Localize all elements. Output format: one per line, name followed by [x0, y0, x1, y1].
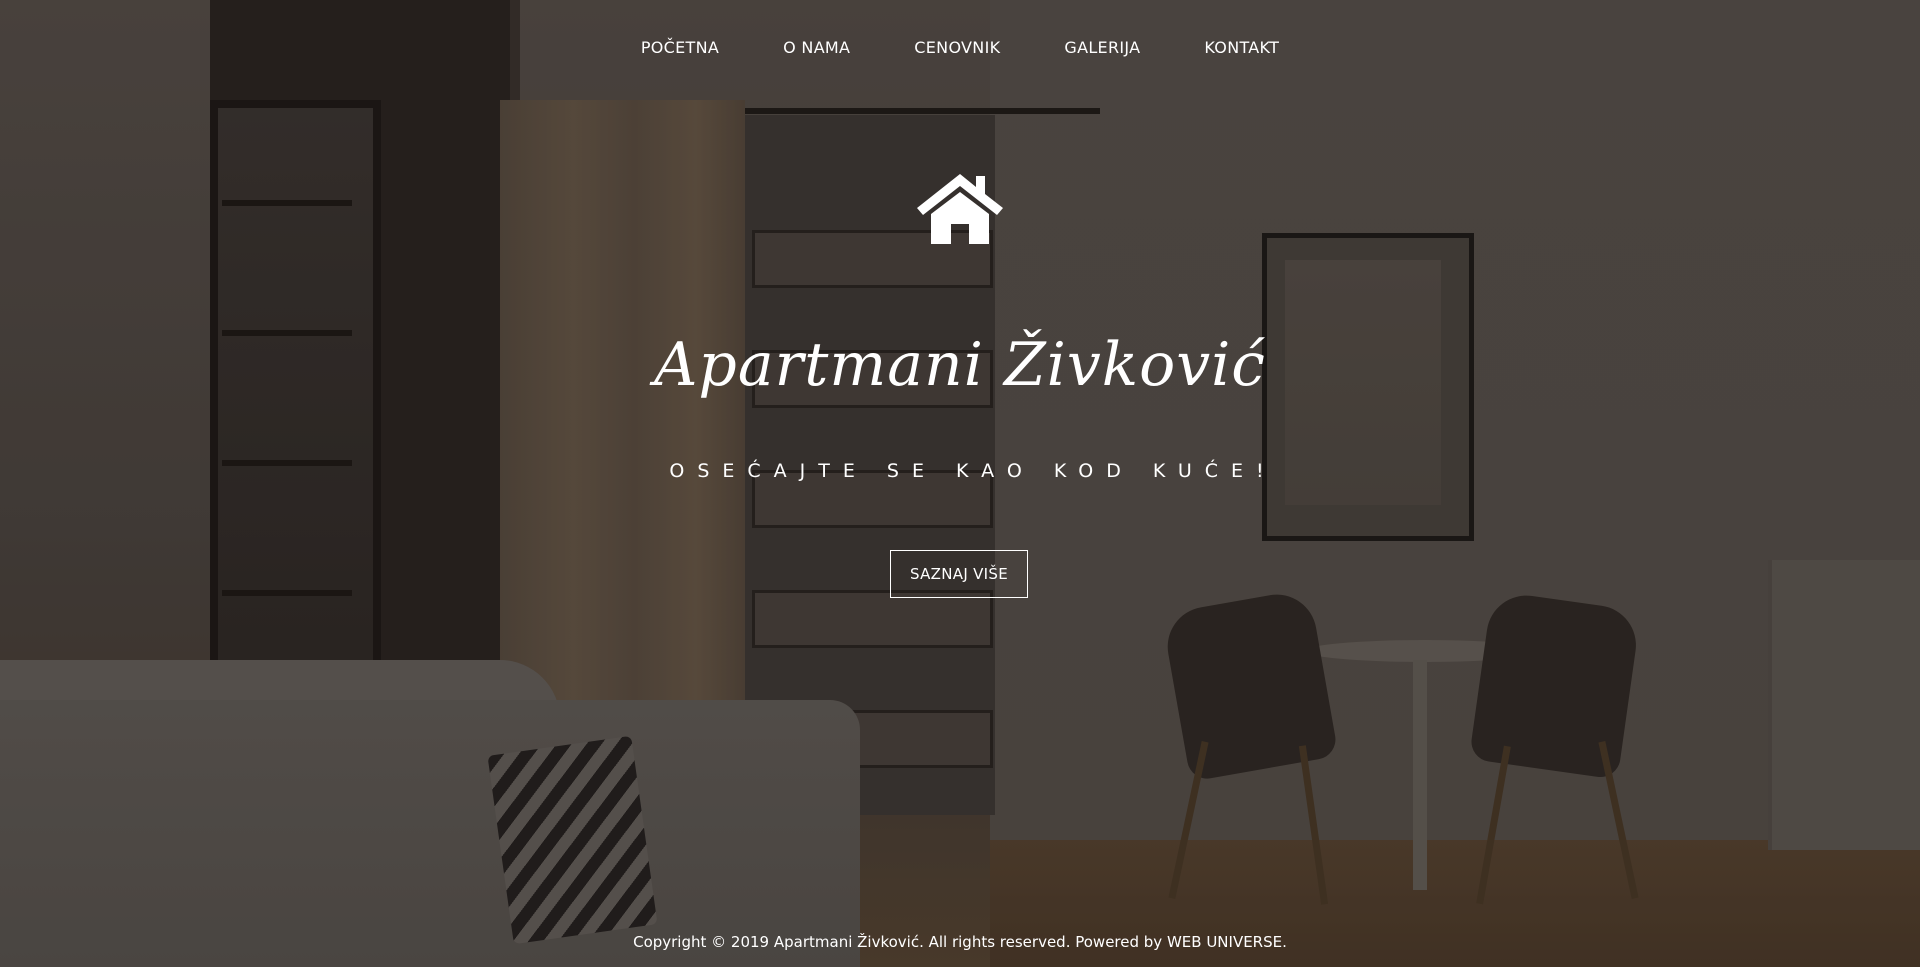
footer-copyright: Copyright © 2019 Apartmani Živković. All… [633, 933, 1167, 951]
nav-item-cenovnik[interactable]: CENOVNIK [914, 38, 1000, 57]
nav-item-kontakt[interactable]: KONTAKT [1204, 38, 1279, 57]
home-icon [917, 174, 1003, 244]
nav-item-o-nama[interactable]: O NAMA [783, 38, 850, 57]
hero-title: Apartmani Živković [654, 330, 1266, 400]
nav-item-galerija[interactable]: GALERIJA [1064, 38, 1140, 57]
learn-more-button[interactable]: SAZNAJ VIŠE [890, 550, 1028, 598]
hero-subtitle: OSEĆAJTE SE KAO KOD KUĆE! [669, 460, 1277, 482]
nav-item-pocetna[interactable]: POČETNA [641, 38, 719, 57]
footer-period: . [1282, 933, 1287, 951]
page: POČETNA O NAMA CENOVNIK GALERIJA KONTAKT… [0, 0, 1920, 967]
dark-overlay [0, 0, 1920, 967]
main-nav: POČETNA O NAMA CENOVNIK GALERIJA KONTAKT [0, 38, 1920, 57]
footer: Copyright © 2019 Apartmani Živković. All… [0, 933, 1920, 951]
footer-web-universe-link[interactable]: WEB UNIVERSE [1167, 933, 1282, 951]
